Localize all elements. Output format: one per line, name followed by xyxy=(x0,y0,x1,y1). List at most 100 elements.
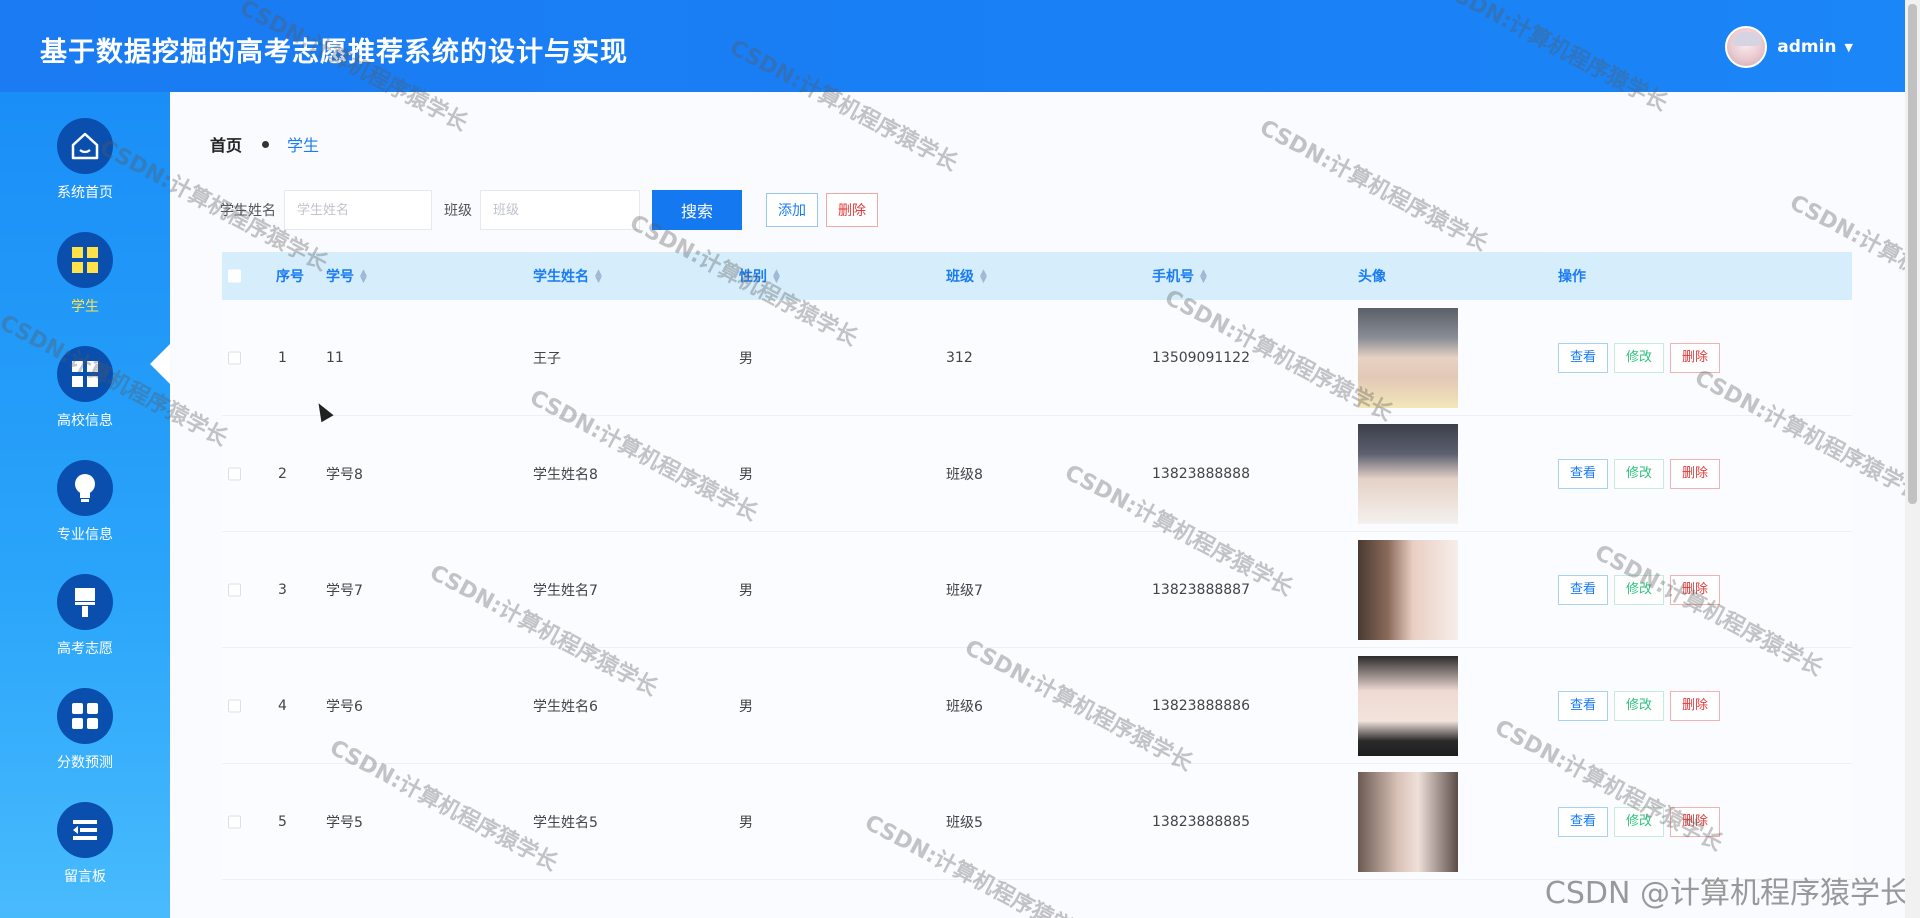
view-button[interactable]: 查看 xyxy=(1558,458,1608,489)
delete-button[interactable]: 删除 xyxy=(1670,574,1720,605)
cell-class: 班级7 xyxy=(946,582,983,599)
cell-phone: 13509091122 xyxy=(1152,349,1250,366)
cell-student-no: 学号7 xyxy=(326,582,363,599)
cell-index: 1 xyxy=(278,349,287,366)
name-label: 学生姓名 xyxy=(220,203,276,219)
table-row: 4 学号6 学生姓名6 男 班级6 13823888886 查看 修改 删除 xyxy=(222,648,1852,764)
sort-icon[interactable]: ▲ ▼ xyxy=(980,269,987,285)
edit-button[interactable]: 修改 xyxy=(1614,574,1664,605)
sidebar-item-label: 学生 xyxy=(71,299,99,315)
cell-student-no: 学号5 xyxy=(326,814,363,831)
sidebar-item-label: 高校信息 xyxy=(57,413,113,429)
add-button[interactable]: 添加 xyxy=(766,193,818,227)
cell-student-no: 学号8 xyxy=(326,466,363,483)
row-checkbox[interactable] xyxy=(228,583,241,596)
cell-name: 学生姓名5 xyxy=(533,814,598,831)
student-photo xyxy=(1358,540,1458,640)
sort-icon[interactable]: ▲ ▼ xyxy=(360,269,367,285)
student-photo xyxy=(1358,308,1458,408)
home-icon xyxy=(57,118,113,174)
cell-phone: 13823888887 xyxy=(1152,581,1250,598)
breadcrumb-separator xyxy=(262,140,270,148)
user-name: admin xyxy=(1777,37,1837,57)
main-content: 首页 学生 学生姓名 班级 搜索 添加 删除 序号 学号▲▼ 学生姓名▲▼ 性别… xyxy=(170,92,1905,918)
col-phone[interactable]: 手机号 ▲ ▼ xyxy=(1152,266,1207,286)
class-search-input[interactable] xyxy=(480,190,640,230)
table-header: 序号 学号 ▲ ▼ 学生姓名 ▲ ▼ 性别 ▲ ▼ 班级 ▲ ▼ 手机号 ▲ ▼ 头像 操作 xyxy=(222,252,1852,300)
sidebar-item-colleges[interactable]: 高校信息 xyxy=(0,346,170,456)
cell-gender: 男 xyxy=(739,466,753,483)
col-name[interactable]: 学生姓名 ▲ ▼ xyxy=(533,266,602,286)
sidebar: 系统首页 学生 高校信息 专业信息 高考志愿 分数预测 留言板 xyxy=(0,92,172,918)
col-actions: 操作 xyxy=(1558,269,1586,285)
sidebar-item-score-prediction[interactable]: 分数预测 xyxy=(0,688,170,798)
row-checkbox[interactable] xyxy=(228,467,241,480)
grid-icon xyxy=(57,232,113,288)
col-gender[interactable]: 性别 ▲ ▼ xyxy=(739,266,780,286)
sidebar-item-message-board[interactable]: 留言板 xyxy=(0,802,170,912)
table-row: 1 11 王子 男 312 13509091122 查看 修改 删除 xyxy=(222,300,1852,416)
row-checkbox[interactable] xyxy=(228,351,241,364)
list-icon xyxy=(57,802,113,858)
cell-name: 王子 xyxy=(533,350,561,367)
name-search-input[interactable] xyxy=(284,190,432,230)
cell-class: 班级6 xyxy=(946,698,983,715)
view-button[interactable]: 查看 xyxy=(1558,806,1608,837)
cell-name: 学生姓名7 xyxy=(533,582,598,599)
sidebar-item-home[interactable]: 系统首页 xyxy=(0,118,170,228)
delete-button[interactable]: 删除 xyxy=(1670,342,1720,373)
cell-index: 3 xyxy=(278,581,287,598)
sidebar-item-majors[interactable]: 专业信息 xyxy=(0,460,170,570)
edit-button[interactable]: 修改 xyxy=(1614,342,1664,373)
delete-button[interactable]: 删除 xyxy=(1670,806,1720,837)
cell-phone: 13823888888 xyxy=(1152,465,1250,482)
table-row: 2 学号8 学生姓名8 男 班级8 13823888888 查看 修改 删除 xyxy=(222,416,1852,532)
col-student-no[interactable]: 学号 ▲ ▼ xyxy=(326,266,367,286)
row-checkbox[interactable] xyxy=(228,815,241,828)
app-title: 基于数据挖掘的高考志愿推荐系统的设计与实现 xyxy=(40,37,628,68)
sidebar-item-label: 系统首页 xyxy=(57,185,113,201)
student-photo xyxy=(1358,656,1458,756)
view-button[interactable]: 查看 xyxy=(1558,690,1608,721)
view-button[interactable]: 查看 xyxy=(1558,342,1608,373)
sidebar-item-applications[interactable]: 高考志愿 xyxy=(0,574,170,684)
sidebar-item-label: 分数预测 xyxy=(57,755,113,771)
user-menu[interactable]: admin ▼ xyxy=(1725,26,1853,68)
view-button[interactable]: 查看 xyxy=(1558,574,1608,605)
search-bar: 学生姓名 班级 搜索 添加 删除 xyxy=(220,190,878,230)
delete-button[interactable]: 删除 xyxy=(1670,690,1720,721)
cell-gender: 男 xyxy=(739,350,753,367)
col-class[interactable]: 班级 ▲ ▼ xyxy=(946,266,987,286)
cell-phone: 13823888885 xyxy=(1152,813,1250,830)
select-all-checkbox[interactable] xyxy=(228,269,241,283)
cell-gender: 男 xyxy=(739,814,753,831)
scrollbar-thumb[interactable] xyxy=(1908,4,1917,504)
class-label: 班级 xyxy=(444,203,472,219)
delete-button[interactable]: 删除 xyxy=(1670,458,1720,489)
cell-index: 5 xyxy=(278,813,287,830)
sort-icon[interactable]: ▲ ▼ xyxy=(595,269,602,285)
user-avatar xyxy=(1725,26,1768,68)
page-scrollbar[interactable] xyxy=(1905,0,1920,918)
active-indicator xyxy=(150,342,172,386)
breadcrumb: 首页 学生 xyxy=(210,132,319,156)
sidebar-item-label: 高考志愿 xyxy=(57,641,113,657)
cell-student-no: 11 xyxy=(326,349,344,366)
grid-icon xyxy=(57,688,113,744)
watermark-corner: CSDN @计算机程序猿学长 xyxy=(1544,876,1910,911)
edit-button[interactable]: 修改 xyxy=(1614,806,1664,837)
chevron-down-icon: ▼ xyxy=(1844,40,1853,54)
cell-class: 班级8 xyxy=(946,466,983,483)
sort-icon[interactable]: ▲ ▼ xyxy=(1200,269,1207,285)
batch-delete-button[interactable]: 删除 xyxy=(826,193,878,227)
cell-name: 学生姓名6 xyxy=(533,698,598,715)
cell-name: 学生姓名8 xyxy=(533,466,598,483)
cell-class: 班级5 xyxy=(946,814,983,831)
sidebar-item-student[interactable]: 学生 xyxy=(0,232,170,342)
edit-button[interactable]: 修改 xyxy=(1614,458,1664,489)
search-button[interactable]: 搜索 xyxy=(652,190,742,230)
sort-icon[interactable]: ▲ ▼ xyxy=(773,269,780,285)
edit-button[interactable]: 修改 xyxy=(1614,690,1664,721)
breadcrumb-home[interactable]: 首页 xyxy=(210,132,242,156)
row-checkbox[interactable] xyxy=(228,699,241,712)
